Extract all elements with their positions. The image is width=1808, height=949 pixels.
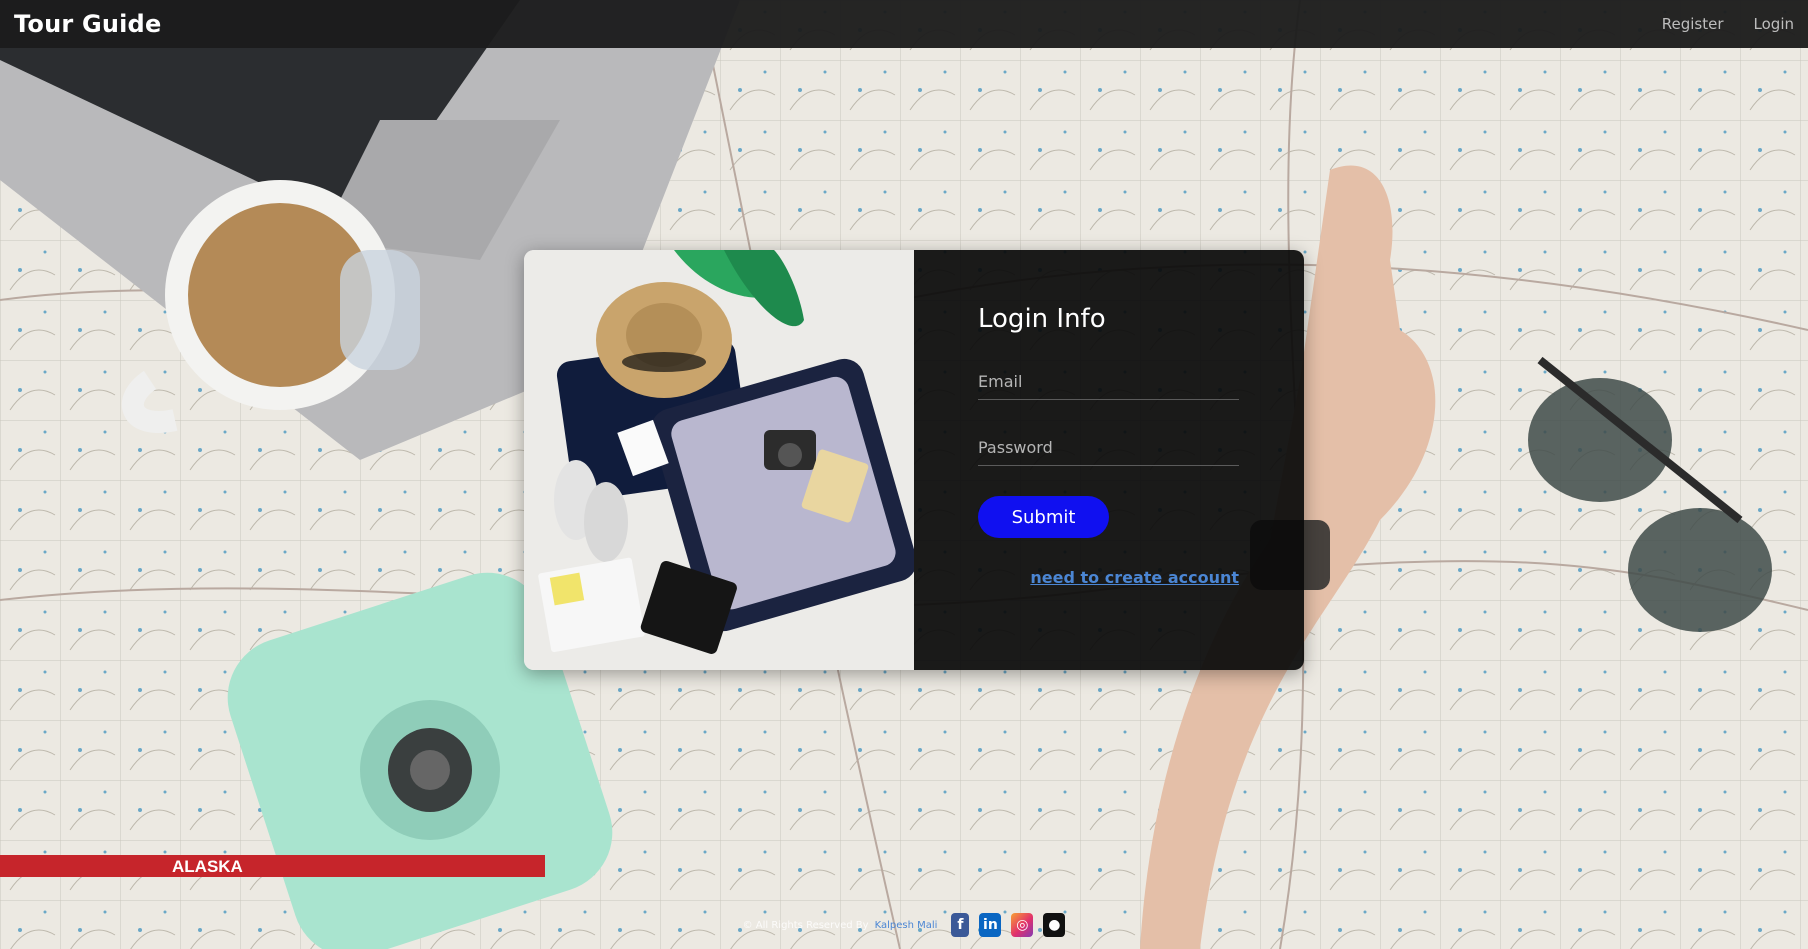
navbar: Tour Guide Register Login xyxy=(0,0,1808,48)
facebook-icon[interactable]: f xyxy=(951,913,970,937)
login-form: Login Info Submit need to create account xyxy=(914,250,1304,670)
travel-suitcase-image xyxy=(524,250,914,670)
email-field[interactable] xyxy=(978,364,1239,400)
login-link[interactable]: Login xyxy=(1754,15,1794,33)
github-icon[interactable]: ● xyxy=(1043,913,1066,937)
instagram-icon[interactable]: ◎ xyxy=(1011,913,1034,937)
author-link[interactable]: Kalpesh Mali xyxy=(875,920,938,931)
login-card: Login Info Submit need to create account xyxy=(524,250,1304,670)
linkedin-icon[interactable]: in xyxy=(979,913,1002,937)
brand-logo[interactable]: Tour Guide xyxy=(14,10,161,38)
submit-button[interactable]: Submit xyxy=(978,496,1109,538)
nav-links: Register Login xyxy=(1662,15,1794,33)
password-field[interactable] xyxy=(978,430,1239,466)
svg-text:ALASKA: ALASKA xyxy=(172,857,243,876)
create-account-link[interactable]: need to create account xyxy=(1030,568,1239,587)
register-link[interactable]: Register xyxy=(1662,15,1724,33)
copyright-text: © All Rights Reserved By xyxy=(742,919,869,931)
footer: © All Rights Reserved By Kalpesh Mali f … xyxy=(0,910,1808,940)
form-title: Login Info xyxy=(978,304,1106,334)
